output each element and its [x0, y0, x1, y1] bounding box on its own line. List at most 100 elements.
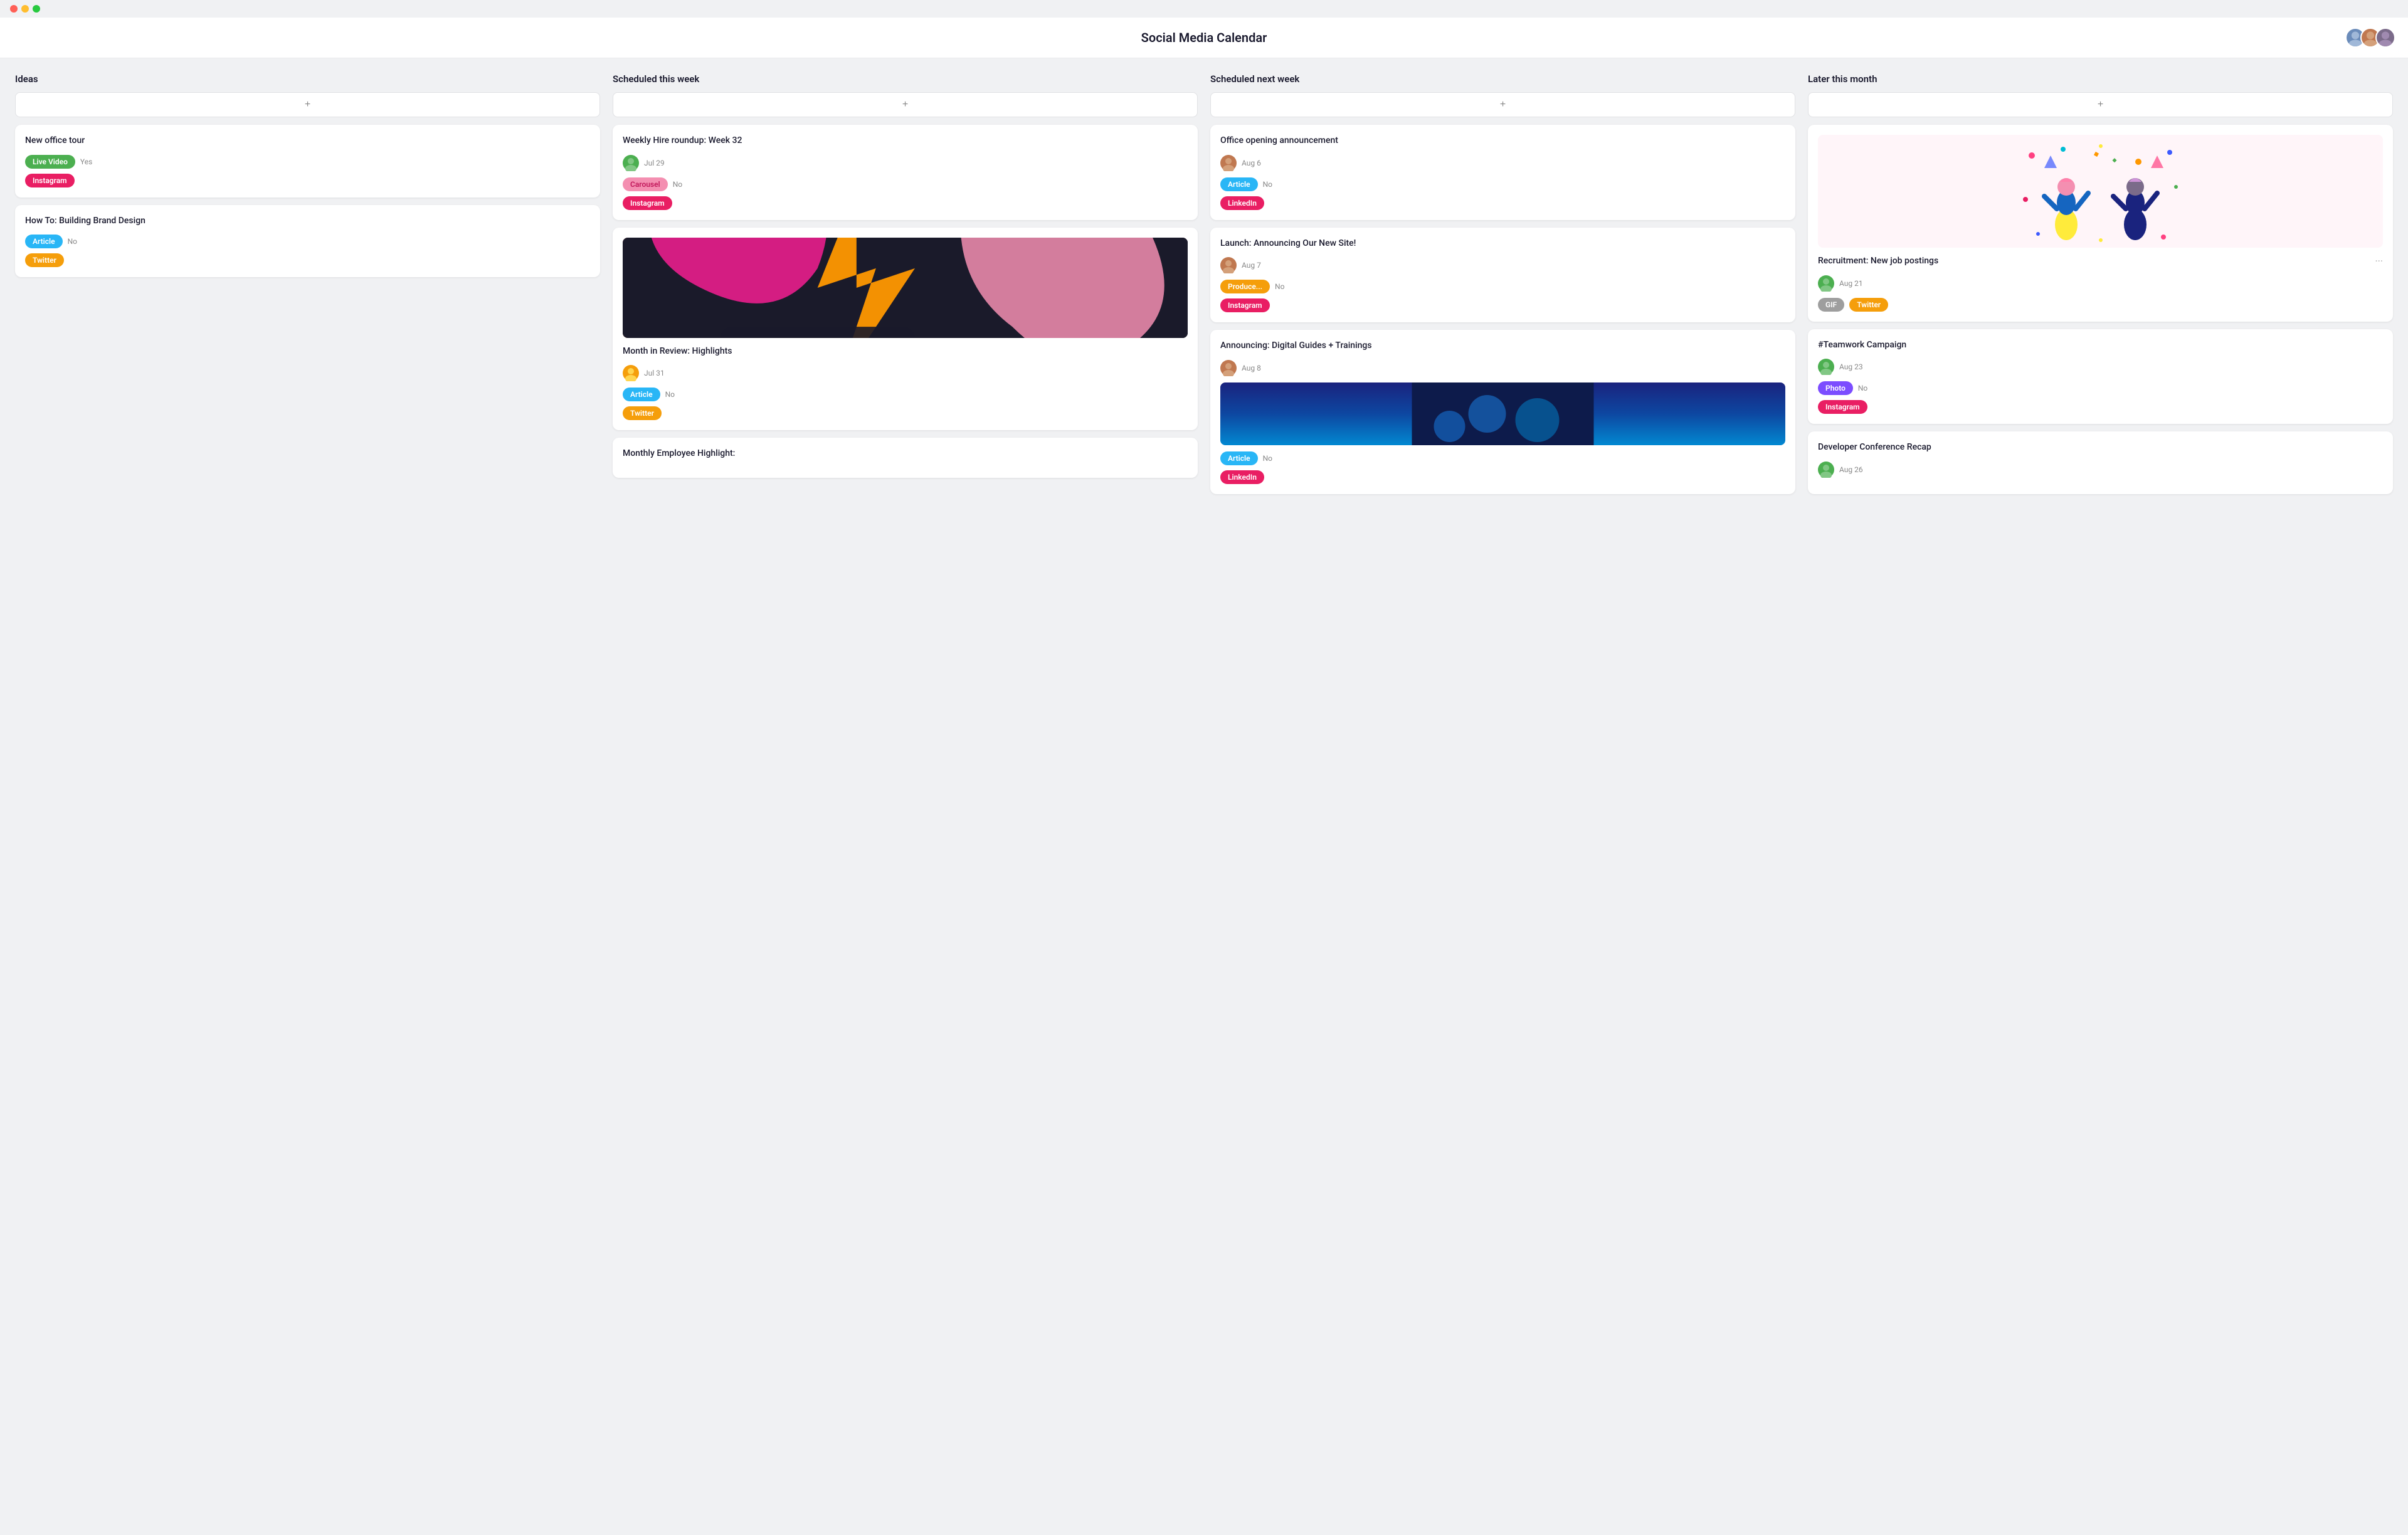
- card-digital-guides-title: Announcing: Digital Guides + Trainings: [1220, 340, 1785, 352]
- column-ideas: Ideas + New office tour Live Video Yes I…: [15, 73, 600, 285]
- tag-live-video: Live Video: [25, 155, 75, 169]
- card-teamwork-tags: Photo No: [1818, 381, 2383, 395]
- card-digital-guides: Announcing: Digital Guides + Trainings A…: [1210, 330, 1795, 494]
- card-month-review-meta: Jul 31: [623, 365, 1188, 381]
- card-recruitment-header: Recruitment: New job postings ···: [1818, 255, 2383, 275]
- card-recruitment-meta: Aug 21: [1818, 275, 2383, 292]
- title-bar: [0, 0, 2408, 18]
- card-digital-guides-date: Aug 8: [1242, 364, 1261, 372]
- card-digital-guides-meta: Aug 8: [1220, 360, 1785, 376]
- card-new-office-tour-status: Yes: [80, 157, 92, 166]
- column-scheduled-next-week-header: Scheduled next week: [1210, 73, 1795, 85]
- column-scheduled-next-week: Scheduled next week + Office opening ann…: [1210, 73, 1795, 502]
- card-weekly-hire-tags2: Instagram: [623, 196, 1188, 210]
- card-new-site-avatar: [1220, 257, 1237, 273]
- card-weekly-hire-meta: Jul 29: [623, 155, 1188, 171]
- card-month-review-title: Month in Review: Highlights: [623, 346, 1188, 358]
- card-teamwork-status: No: [1858, 384, 1867, 393]
- window-controls: [10, 5, 40, 13]
- card-new-office-tour-tags: Live Video Yes: [25, 155, 590, 169]
- tag-produce: Produce...: [1220, 280, 1270, 293]
- card-new-site-meta: Aug 7: [1220, 257, 1785, 273]
- column-ideas-header: Ideas: [15, 73, 600, 85]
- avatar-user-3[interactable]: [2375, 28, 2395, 48]
- tag-article-2: Article: [623, 388, 660, 401]
- card-brand-design-status: No: [68, 237, 77, 246]
- card-new-office-tour-tags2: Instagram: [25, 174, 590, 187]
- card-month-review-avatar: [623, 365, 639, 381]
- card-weekly-hire-tags: Carousel No: [623, 177, 1188, 191]
- card-office-opening-meta: Aug 6: [1220, 155, 1785, 171]
- card-month-review: Month in Review: Highlights Jul 31 Artic…: [613, 228, 1198, 431]
- page-header: Social Media Calendar: [0, 18, 2408, 58]
- tag-twitter-1: Twitter: [25, 253, 64, 267]
- card-month-review-status: No: [665, 390, 675, 399]
- card-digital-guides-avatar: [1220, 360, 1237, 376]
- card-office-opening-tags: Article No: [1220, 177, 1785, 191]
- card-office-opening-status: No: [1263, 180, 1272, 189]
- maximize-button[interactable]: [33, 5, 40, 13]
- card-monthly-employee-title: Monthly Employee Highlight:: [623, 448, 1188, 460]
- column-scheduled-this-week: Scheduled this week + Weekly Hire roundu…: [613, 73, 1198, 485]
- card-weekly-hire-title: Weekly Hire roundup: Week 32: [623, 135, 1188, 147]
- card-new-office-tour: New office tour Live Video Yes Instagram: [15, 125, 600, 198]
- add-card-ideas-button[interactable]: +: [15, 92, 600, 117]
- card-digital-guides-dark-image: [1220, 382, 1785, 445]
- card-teamwork: #Teamwork Campaign Aug 23 Photo No Insta…: [1808, 329, 2393, 425]
- tag-photo: Photo: [1818, 381, 1853, 395]
- tag-twitter-3: Twitter: [1849, 298, 1888, 312]
- tag-instagram-4: Instagram: [1818, 400, 1867, 414]
- column-later-this-month-header: Later this month: [1808, 73, 2393, 85]
- card-month-review-image: [623, 238, 1188, 338]
- page-title: Social Media Calendar: [1141, 30, 1267, 45]
- tag-article-4: Article: [1220, 451, 1258, 465]
- card-weekly-hire: Weekly Hire roundup: Week 32 Jul 29 Caro…: [613, 125, 1198, 220]
- card-dev-conference: Developer Conference Recap Aug 26: [1808, 431, 2393, 494]
- more-options-button[interactable]: ···: [2375, 255, 2383, 267]
- tag-article-1: Article: [25, 235, 63, 248]
- card-brand-design-title: How To: Building Brand Design: [25, 215, 590, 228]
- card-dev-conference-avatar: [1818, 462, 1834, 478]
- card-new-office-tour-title: New office tour: [25, 135, 590, 147]
- board: Ideas + New office tour Live Video Yes I…: [0, 58, 2408, 517]
- card-dev-conference-date: Aug 26: [1839, 465, 1863, 474]
- card-office-opening: Office opening announcement Aug 6 Articl…: [1210, 125, 1795, 220]
- card-new-site: Launch: Announcing Our New Site! Aug 7 P…: [1210, 228, 1795, 323]
- close-button[interactable]: [10, 5, 18, 13]
- tag-instagram-1: Instagram: [25, 174, 75, 187]
- card-teamwork-tags2: Instagram: [1818, 400, 2383, 414]
- tag-linkedin-2: LinkedIn: [1220, 470, 1264, 484]
- card-teamwork-avatar: [1818, 359, 1834, 375]
- card-recruitment: Recruitment: New job postings ··· Aug 21…: [1808, 125, 2393, 322]
- card-dev-conference-title: Developer Conference Recap: [1818, 441, 2383, 454]
- card-brand-design-tags2: Twitter: [25, 253, 590, 267]
- card-month-review-tags: Article No: [623, 388, 1188, 401]
- minimize-button[interactable]: [21, 5, 29, 13]
- card-digital-guides-tags2: LinkedIn: [1220, 470, 1785, 484]
- card-recruitment-image: [1818, 135, 2383, 248]
- add-card-next-week-button[interactable]: +: [1210, 92, 1795, 117]
- card-recruitment-date: Aug 21: [1839, 279, 1863, 288]
- card-new-site-status: No: [1275, 282, 1284, 291]
- tag-linkedin-1: LinkedIn: [1220, 196, 1264, 210]
- card-brand-design-tags: Article No: [25, 235, 590, 248]
- card-digital-guides-tags: Article No: [1220, 451, 1785, 465]
- card-monthly-employee: Monthly Employee Highlight:: [613, 438, 1198, 478]
- card-weekly-hire-status: No: [673, 180, 682, 189]
- card-month-review-date: Jul 31: [644, 369, 665, 377]
- card-digital-guides-status: No: [1263, 454, 1272, 463]
- card-recruitment-avatar: [1818, 275, 1834, 292]
- add-card-this-week-button[interactable]: +: [613, 92, 1198, 117]
- card-teamwork-date: Aug 23: [1839, 362, 1863, 371]
- card-dev-conference-meta: Aug 26: [1818, 462, 2383, 478]
- card-new-site-title: Launch: Announcing Our New Site!: [1220, 238, 1785, 250]
- card-new-site-tags2: Instagram: [1220, 298, 1785, 312]
- card-recruitment-tags: GIF Twitter: [1818, 298, 2383, 312]
- card-teamwork-title: #Teamwork Campaign: [1818, 339, 2383, 352]
- card-office-opening-date: Aug 6: [1242, 159, 1261, 167]
- tag-article-3: Article: [1220, 177, 1258, 191]
- card-office-opening-avatar: [1220, 155, 1237, 171]
- add-card-later-button[interactable]: +: [1808, 92, 2393, 117]
- column-later-this-month: Later this month +: [1808, 73, 2393, 502]
- tag-gif: GIF: [1818, 298, 1844, 312]
